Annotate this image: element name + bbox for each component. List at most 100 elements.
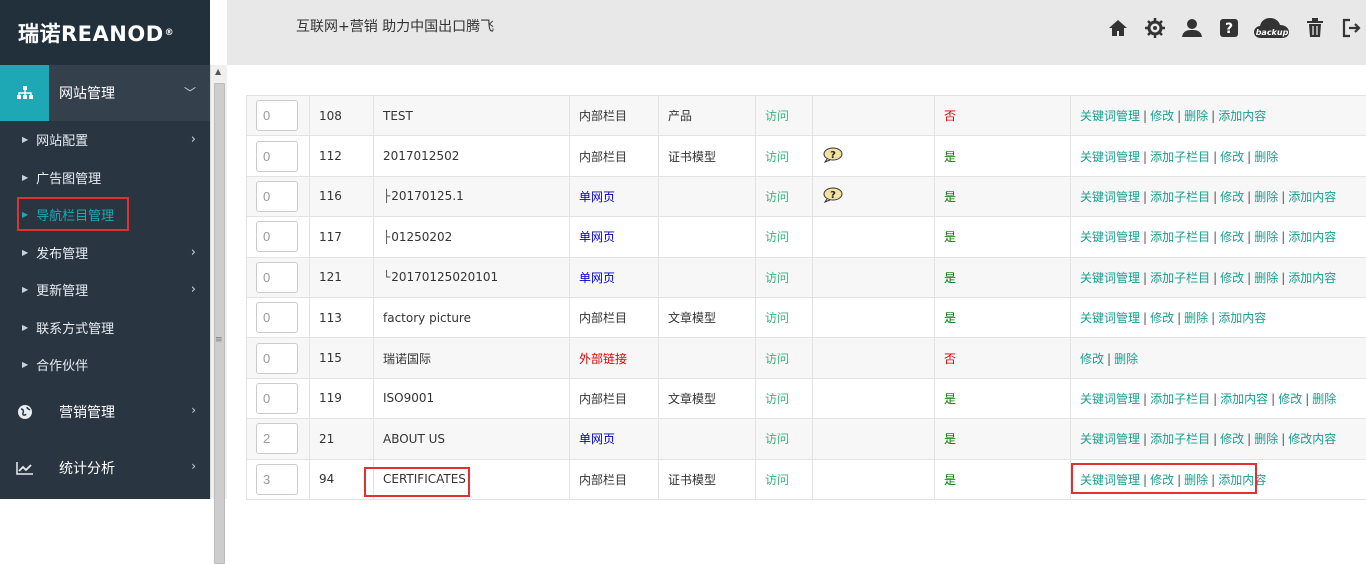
sort-order-input[interactable]: 0 — [256, 100, 298, 131]
help-bubble-icon[interactable]: ? — [822, 187, 844, 203]
category-model: 证书模型 — [659, 459, 756, 499]
chevron-right-icon: › — [191, 132, 196, 147]
action-link[interactable]: 添加子栏目 — [1150, 392, 1210, 406]
menu-website-management[interactable]: 网站管理 ﹀ — [0, 65, 210, 121]
action-link[interactable]: 关键词管理 — [1080, 230, 1140, 244]
action-link[interactable]: 修改 — [1220, 432, 1244, 446]
help-bubble-icon[interactable]: ? — [822, 147, 844, 163]
sort-order-input[interactable]: 0 — [256, 221, 298, 252]
category-model — [659, 217, 756, 257]
scroll-up-icon[interactable]: ▲ — [215, 67, 221, 76]
visit-link[interactable]: 访问 — [756, 96, 813, 136]
sort-order-input[interactable]: 0 — [256, 181, 298, 212]
category-id: 112 — [310, 136, 374, 176]
backup-icon[interactable]: backup — [1252, 14, 1292, 42]
sidebar: 瑞诺REANOD® 网站管理 ﹀ ▶网站配置›▶广告图管理▶导航栏目管理▶发布管… — [0, 0, 210, 499]
action-link[interactable]: 修改 — [1220, 230, 1244, 244]
action-link[interactable]: 添加内容 — [1288, 190, 1336, 204]
action-link[interactable]: 修改 — [1220, 271, 1244, 285]
visit-link[interactable]: 访问 — [756, 338, 813, 378]
action-link[interactable]: 修改 — [1220, 150, 1244, 164]
menu-statistics[interactable]: 统计分析 › — [0, 440, 210, 496]
action-link[interactable]: 添加内容 — [1288, 271, 1336, 285]
action-cell: 关键词管理|添加子栏目|修改|删除|添加内容 — [1071, 217, 1366, 257]
visit-link[interactable]: 访问 — [756, 257, 813, 297]
action-link[interactable]: 添加子栏目 — [1150, 190, 1210, 204]
visit-link[interactable]: 访问 — [756, 217, 813, 257]
visit-link[interactable]: 访问 — [756, 136, 813, 176]
action-link[interactable]: 修改内容 — [1288, 432, 1336, 446]
header-toolbar: ? backup — [1095, 14, 1366, 42]
action-link[interactable]: 删除 — [1254, 150, 1278, 164]
category-name-text: 20170125.1 — [391, 189, 464, 203]
visit-link[interactable]: 访问 — [756, 459, 813, 499]
show-status: 是 — [935, 297, 1071, 337]
sidebar-item-label: 合作伙伴 — [36, 355, 88, 374]
logout-icon[interactable] — [1338, 14, 1366, 42]
sidebar-item[interactable]: ▶更新管理› — [0, 271, 210, 309]
action-link[interactable]: 删除 — [1114, 352, 1138, 366]
action-link[interactable]: 关键词管理 — [1080, 150, 1140, 164]
visit-link[interactable]: 访问 — [756, 176, 813, 216]
action-link[interactable]: 添加内容 — [1288, 230, 1336, 244]
action-cell: 关键词管理|添加子栏目|修改|删除 — [1071, 136, 1366, 176]
action-link[interactable]: 关键词管理 — [1080, 392, 1140, 406]
user-icon[interactable] — [1178, 14, 1206, 42]
logo[interactable]: 瑞诺REANOD® — [0, 0, 210, 65]
action-cell: 关键词管理|添加子栏目|修改|删除|修改内容 — [1071, 419, 1366, 459]
trash-icon[interactable] — [1301, 14, 1329, 42]
action-link[interactable]: 修改 — [1220, 190, 1244, 204]
action-link[interactable]: 添加子栏目 — [1150, 432, 1210, 446]
action-link[interactable]: 添加子栏目 — [1150, 271, 1210, 285]
category-name: 瑞诺国际 — [374, 338, 570, 378]
action-link[interactable]: 删除 — [1254, 190, 1278, 204]
action-link[interactable]: 删除 — [1254, 432, 1278, 446]
action-link[interactable]: 修改 — [1150, 311, 1174, 325]
sidebar-item[interactable]: ▶网站配置› — [0, 121, 210, 159]
action-link[interactable]: 修改 — [1278, 392, 1302, 406]
menu-marketing[interactable]: 营销管理 › — [0, 384, 210, 440]
action-link[interactable]: 关键词管理 — [1080, 432, 1140, 446]
scrollbar-thumb[interactable] — [214, 83, 225, 564]
sort-order-input[interactable]: 2 — [256, 423, 298, 454]
visit-link[interactable]: 访问 — [756, 378, 813, 418]
action-separator: | — [1281, 271, 1285, 285]
action-link[interactable]: 关键词管理 — [1080, 311, 1140, 325]
action-link[interactable]: 删除 — [1254, 271, 1278, 285]
sidebar-item[interactable]: ▶联系方式管理 — [0, 309, 210, 347]
action-link[interactable]: 添加内容 — [1218, 311, 1266, 325]
settings-icon[interactable] — [1141, 14, 1169, 42]
action-link[interactable]: 删除 — [1184, 311, 1208, 325]
scroll-grip-icon: ≡ — [215, 335, 223, 345]
action-link[interactable]: 添加内容 — [1220, 392, 1268, 406]
sort-order-input[interactable]: 0 — [256, 141, 298, 172]
action-link[interactable]: 删除 — [1312, 392, 1336, 406]
help-icon[interactable]: ? — [1215, 14, 1243, 42]
action-link[interactable]: 关键词管理 — [1080, 190, 1140, 204]
sidebar-scrollbar[interactable]: ▲ ≡ — [210, 65, 227, 499]
action-link[interactable]: 修改 — [1150, 109, 1174, 123]
action-link[interactable]: 添加子栏目 — [1150, 230, 1210, 244]
sidebar-item[interactable]: ▶发布管理› — [0, 234, 210, 272]
show-status: 是 — [935, 419, 1071, 459]
sort-order-input[interactable]: 3 — [256, 464, 298, 495]
action-link[interactable]: 修改 — [1080, 352, 1104, 366]
category-table-container: 0108TEST内部栏目产品访问否关键词管理|修改|删除|添加内容0112201… — [246, 95, 1366, 500]
caret-right-icon: ▶ — [22, 173, 28, 182]
help-cell: ? — [813, 136, 935, 176]
visit-link[interactable]: 访问 — [756, 297, 813, 337]
sort-order-input[interactable]: 0 — [256, 383, 298, 414]
action-link[interactable]: 关键词管理 — [1080, 109, 1140, 123]
visit-link[interactable]: 访问 — [756, 419, 813, 459]
home-icon[interactable] — [1104, 14, 1132, 42]
sort-order-input[interactable]: 0 — [256, 262, 298, 293]
sort-order-input[interactable]: 0 — [256, 343, 298, 374]
action-link[interactable]: 删除 — [1184, 109, 1208, 123]
action-link[interactable]: 添加子栏目 — [1150, 150, 1210, 164]
action-link[interactable]: 删除 — [1254, 230, 1278, 244]
action-link[interactable]: 关键词管理 — [1080, 271, 1140, 285]
sidebar-item[interactable]: ▶合作伙伴 — [0, 346, 210, 384]
action-link[interactable]: 添加内容 — [1218, 109, 1266, 123]
sidebar-item[interactable]: ▶广告图管理 — [0, 159, 210, 197]
sort-order-input[interactable]: 0 — [256, 302, 298, 333]
